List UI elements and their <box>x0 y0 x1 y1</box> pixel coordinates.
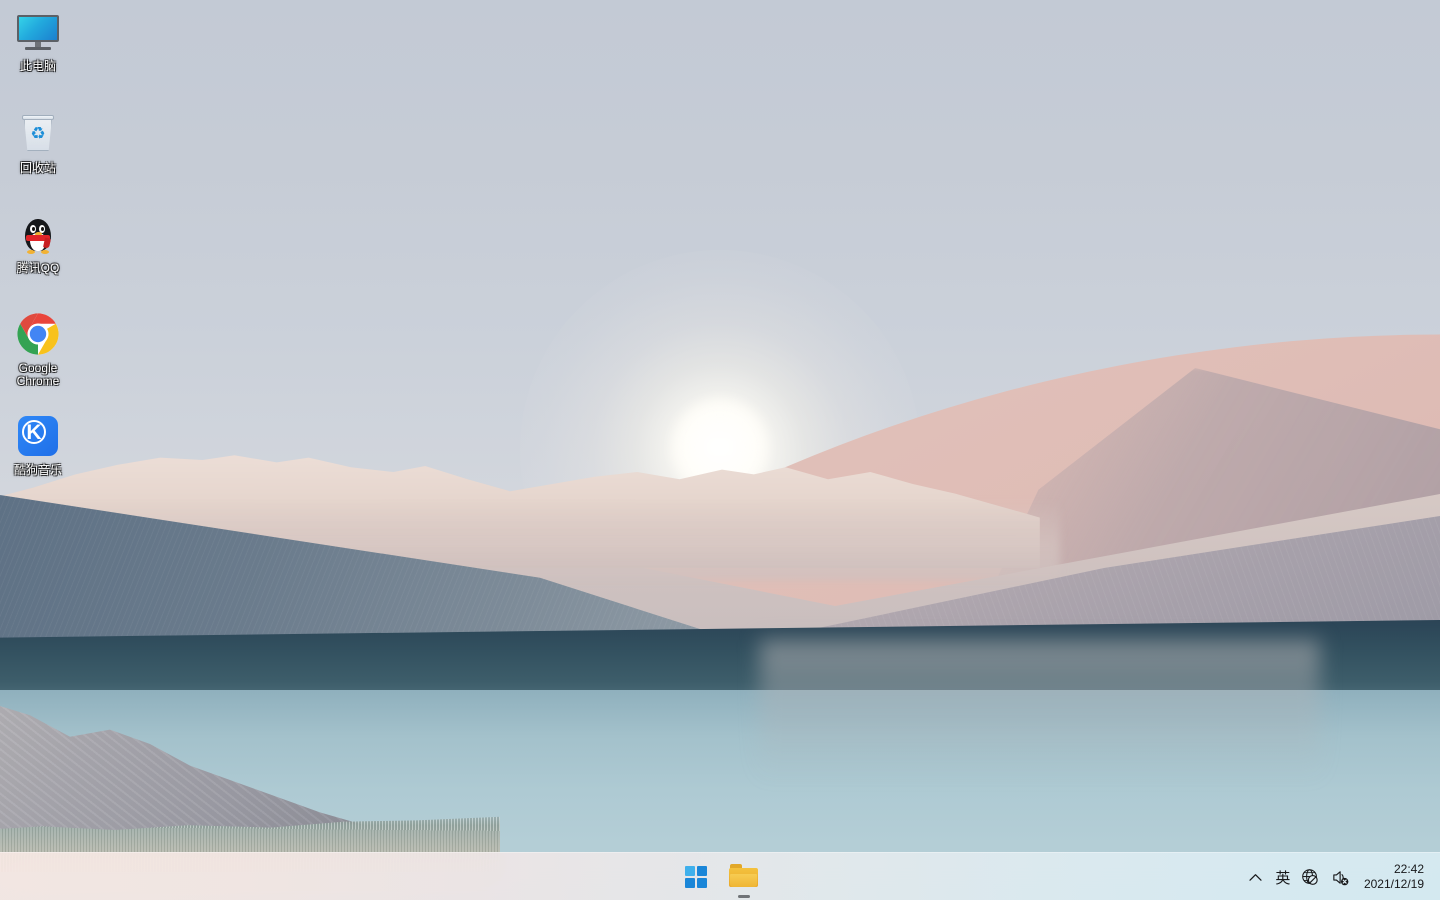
kugou-music-icon: K <box>14 412 62 460</box>
chrome-icon <box>14 310 62 358</box>
desktop-icon-recycle-bin[interactable]: ♻ 回收站 <box>4 110 72 175</box>
desktop-icon-label: 此电脑 <box>19 59 56 73</box>
chevron-up-icon <box>1249 873 1263 881</box>
tray-overflow-button[interactable] <box>1242 860 1270 894</box>
desktop-icon-kugou-music[interactable]: K 酷狗音乐 <box>4 412 72 477</box>
desktop-icon-google-chrome[interactable]: Google Chrome <box>4 310 72 388</box>
desktop-icon-label: 回收站 <box>19 161 56 175</box>
system-tray: 英 22:42 2021/12/19 <box>1242 853 1440 900</box>
wallpaper-water-reflection <box>760 640 1320 780</box>
windows-logo-icon <box>685 865 707 888</box>
taskbar-active-indicator <box>738 894 750 898</box>
taskbar-clock[interactable]: 22:42 2021/12/19 <box>1356 858 1430 896</box>
desktop-icon-grid: 此电脑 ♻ 回收站 腾讯QQ Google Chrome K 酷狗音乐 <box>0 0 120 860</box>
qq-penguin-icon <box>14 210 62 258</box>
globe-no-internet-icon <box>1302 868 1319 885</box>
speaker-muted-icon <box>1333 870 1349 885</box>
start-button[interactable] <box>676 857 716 897</box>
clock-time: 22:42 <box>1393 862 1424 876</box>
tray-ime-button[interactable]: 英 <box>1270 860 1296 894</box>
desktop-icon-label: 腾讯QQ <box>16 261 60 275</box>
file-explorer-icon <box>729 863 759 890</box>
desktop-icon-this-pc[interactable]: 此电脑 <box>4 8 72 73</box>
taskbar-center-group <box>676 853 764 900</box>
desktop-icon-label: 酷狗音乐 <box>13 463 62 477</box>
taskbar[interactable]: 英 22:42 2021/12/19 <box>0 852 1440 900</box>
recycle-bin-icon: ♻ <box>14 110 62 158</box>
monitor-icon <box>14 8 62 56</box>
taskbar-item-file-explorer[interactable] <box>724 857 764 898</box>
clock-date: 2021/12/19 <box>1363 877 1424 891</box>
ime-language-icon: 英 <box>1275 869 1291 887</box>
desktop[interactable]: 此电脑 ♻ 回收站 腾讯QQ Google Chrome K 酷狗音乐 英 22… <box>0 0 1440 900</box>
desktop-icon-label: Google Chrome <box>16 361 60 388</box>
tray-network-button[interactable] <box>1296 860 1326 894</box>
tray-volume-button[interactable] <box>1326 860 1356 894</box>
desktop-icon-tencent-qq[interactable]: 腾讯QQ <box>4 210 72 275</box>
